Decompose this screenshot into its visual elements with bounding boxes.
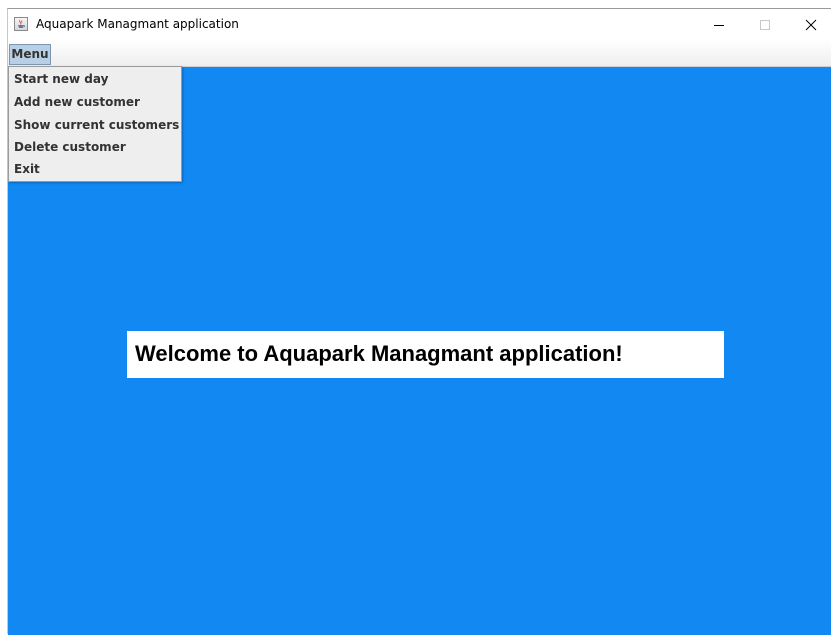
menu-item-start-new-day[interactable]: Start new day xyxy=(14,68,178,90)
menu-item-add-new-customer[interactable]: Add new customer xyxy=(14,91,178,113)
close-button[interactable] xyxy=(788,9,831,40)
title-bar[interactable]: Aquapark Managmant application xyxy=(8,9,831,40)
welcome-banner: Welcome to Aquapark Managmant applicatio… xyxy=(127,331,724,378)
maximize-button[interactable] xyxy=(742,9,788,40)
welcome-text: Welcome to Aquapark Managmant applicatio… xyxy=(135,341,623,366)
app-window: Aquapark Managmant application Menu Welc… xyxy=(7,8,831,635)
menu-item-show-current-customers[interactable]: Show current customers xyxy=(14,114,179,136)
menu-button[interactable]: Menu xyxy=(9,44,51,65)
close-icon xyxy=(805,19,817,31)
java-cup-icon xyxy=(14,17,28,31)
menu-item-exit[interactable]: Exit xyxy=(14,158,178,180)
menu-bar: Menu xyxy=(8,40,831,67)
menu-dropdown: Start new day Add new customer Show curr… xyxy=(8,66,182,182)
maximize-icon xyxy=(760,20,770,30)
menu-item-delete-customer[interactable]: Delete customer xyxy=(14,136,178,158)
minimize-icon xyxy=(714,25,724,26)
minimize-button[interactable] xyxy=(696,9,742,40)
window-title: Aquapark Managmant application xyxy=(36,17,239,31)
